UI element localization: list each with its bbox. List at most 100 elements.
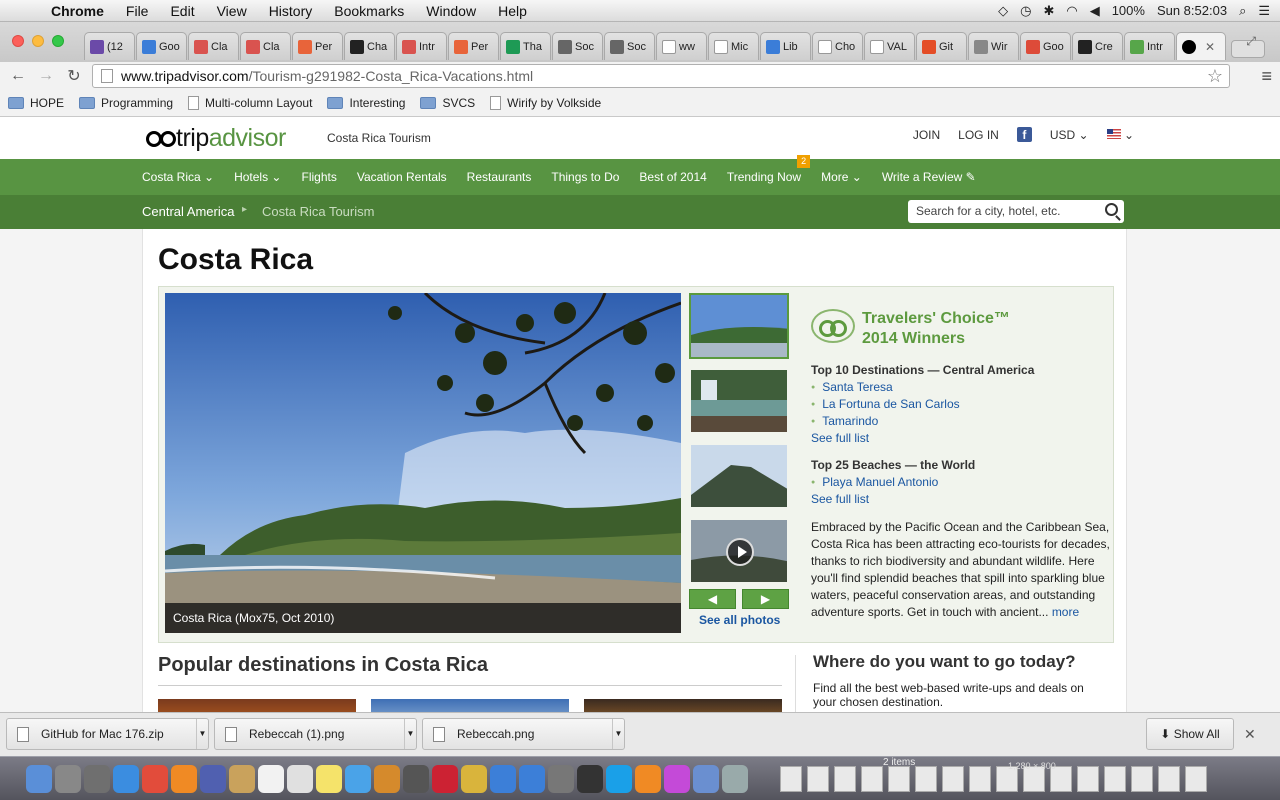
dock-app-icon[interactable] [55, 765, 81, 793]
dock-window-thumbnail[interactable] [780, 766, 802, 792]
destination-image[interactable] [584, 699, 782, 712]
dock-app-icon[interactable] [171, 765, 197, 793]
login-link[interactable]: LOG IN [958, 128, 999, 142]
see-full-list-link-beaches[interactable]: See full list [811, 492, 869, 506]
dock-window-thumbnail[interactable] [1077, 766, 1099, 792]
dock-app-icon[interactable] [461, 765, 487, 793]
reload-button[interactable]: ↻ [60, 66, 88, 86]
browser-tab[interactable]: Soc [552, 32, 603, 60]
dock-app-icon[interactable] [548, 765, 574, 793]
browser-tab[interactable]: Cre [1072, 32, 1123, 60]
browser-tab[interactable]: Wir [968, 32, 1019, 60]
bookmark-item[interactable]: Interesting [327, 96, 405, 110]
battery-status[interactable]: 100% [1112, 3, 1145, 18]
nav-item[interactable]: Hotels ⌄ [234, 170, 281, 184]
see-all-photos-link[interactable]: See all photos [699, 613, 780, 627]
browser-tab[interactable]: Per [448, 32, 499, 60]
dropbox-icon[interactable]: ◇ [998, 3, 1008, 19]
dock-app-icon[interactable] [693, 765, 719, 793]
download-item[interactable]: Rebeccah (1).png ▼ [214, 718, 417, 750]
dock-app-icon[interactable] [403, 765, 429, 793]
nav-item[interactable]: Trending Now 2 [727, 155, 811, 184]
close-window-button[interactable] [12, 35, 24, 47]
destination-image[interactable] [158, 699, 356, 712]
currency-selector[interactable]: USD ⌄ [1050, 128, 1089, 142]
thumbnail-video[interactable] [689, 518, 789, 584]
destination-link[interactable]: Tamarindo [811, 413, 960, 430]
download-menu-icon[interactable]: ▼ [196, 719, 208, 749]
dock-app-icon[interactable] [664, 765, 690, 793]
volume-icon[interactable]: ◀ [1090, 3, 1100, 19]
dock-window-thumbnail[interactable] [888, 766, 910, 792]
dock-app-icon[interactable] [606, 765, 632, 793]
back-button[interactable]: ← [4, 67, 32, 85]
bookmark-item[interactable]: SVCS [420, 96, 475, 110]
browser-tab[interactable]: ww [656, 32, 707, 60]
bookmark-star-icon[interactable]: ☆ [1207, 66, 1223, 87]
browser-tab[interactable]: Lib [760, 32, 811, 60]
dock-app-icon[interactable] [142, 765, 168, 793]
site-search-input[interactable]: Search for a city, hotel, etc. [908, 200, 1124, 223]
forward-button[interactable]: → [32, 67, 60, 85]
menu-file[interactable]: File [115, 3, 160, 19]
join-link[interactable]: JOIN [913, 128, 940, 142]
dock-app-icon[interactable] [316, 765, 342, 793]
dock-window-thumbnail[interactable] [942, 766, 964, 792]
download-item[interactable]: Rebeccah.png ▼ [422, 718, 625, 750]
browser-tab[interactable]: Tha [500, 32, 551, 60]
dock-app-icon[interactable] [113, 765, 139, 793]
dock-app-icon[interactable] [577, 765, 603, 793]
zoom-window-button[interactable] [52, 35, 64, 47]
browser-tab[interactable]: Soc [604, 32, 655, 60]
dock-window-thumbnail[interactable] [861, 766, 883, 792]
notification-center-icon[interactable]: ☰ [1258, 3, 1270, 19]
clock[interactable]: Sun 8:52:03 [1157, 3, 1227, 18]
dock-app-icon[interactable] [26, 765, 52, 793]
breadcrumb-parent[interactable]: Central America [142, 204, 234, 219]
thumbnail-volcano[interactable] [689, 443, 789, 509]
thumbnail-waterfall[interactable] [689, 368, 789, 434]
tripadvisor-logo[interactable]: tripadvisor [146, 124, 286, 153]
close-downloads-icon[interactable]: ✕ [1244, 726, 1256, 743]
menu-history[interactable]: History [258, 3, 324, 19]
dock-window-thumbnail[interactable] [1104, 766, 1126, 792]
next-photo-button[interactable]: ▶ [742, 589, 789, 609]
previous-photo-button[interactable]: ◀ [689, 589, 736, 609]
dock-app-icon[interactable] [345, 765, 371, 793]
browser-tab[interactable]: Cla [240, 32, 291, 60]
bookmark-item[interactable]: Programming [79, 96, 173, 110]
facebook-icon[interactable]: f [1016, 127, 1032, 142]
active-tab[interactable]: ✕ [1176, 32, 1226, 60]
dock-app-icon[interactable] [519, 765, 545, 793]
bookmark-item[interactable]: Multi-column Layout [188, 96, 312, 110]
browser-tab[interactable]: Goo [136, 32, 187, 60]
browser-tab[interactable]: Goo [1020, 32, 1071, 60]
close-tab-icon[interactable]: ✕ [1205, 40, 1215, 54]
browser-tab[interactable]: Cho [812, 32, 863, 60]
dock-app-icon[interactable] [374, 765, 400, 793]
destination-image[interactable] [371, 699, 569, 712]
menu-bookmarks[interactable]: Bookmarks [323, 3, 415, 19]
dock-app-icon[interactable] [200, 765, 226, 793]
thumbnail-beach[interactable] [689, 293, 789, 359]
fullscreen-icon[interactable]: ⤢ [1246, 34, 1256, 49]
dock-window-thumbnail[interactable] [1131, 766, 1153, 792]
dock-app-icon[interactable] [635, 765, 661, 793]
menu-app[interactable]: Chrome [40, 3, 115, 19]
destination-link[interactable]: La Fortuna de San Carlos [811, 396, 959, 413]
dock-app-icon[interactable] [432, 765, 458, 793]
wifi-icon[interactable]: ◠ [1066, 3, 1077, 19]
show-all-downloads-button[interactable]: ⬇ Show All [1146, 718, 1234, 750]
dock-app-icon[interactable] [287, 765, 313, 793]
language-selector[interactable]: ⌄ [1106, 128, 1134, 142]
dock-app-icon[interactable] [84, 765, 110, 793]
dock-window-thumbnail[interactable] [834, 766, 856, 792]
spotlight-icon[interactable]: ⌕ [1239, 3, 1246, 19]
menu-window[interactable]: Window [415, 3, 487, 19]
dock-app-icon[interactable] [722, 765, 748, 793]
dock-window-thumbnail[interactable] [1185, 766, 1207, 792]
minimize-window-button[interactable] [32, 35, 44, 47]
browser-tab[interactable]: (12 [84, 32, 135, 60]
download-item[interactable]: GitHub for Mac 176.zip ▼ [6, 718, 209, 750]
nav-item[interactable]: More ⌄ [821, 170, 862, 184]
